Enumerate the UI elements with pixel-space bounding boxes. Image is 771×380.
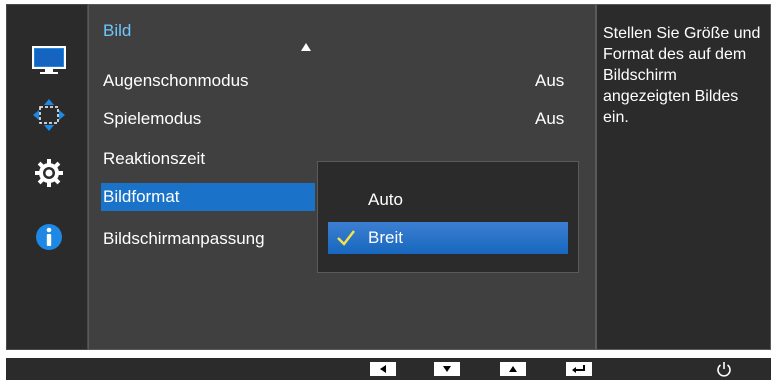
menu-item-label: Spielemodus	[103, 109, 202, 128]
help-panel: Stellen Sie Größe und Format des auf dem…	[596, 4, 771, 350]
position-icon[interactable]	[31, 97, 67, 133]
gear-icon[interactable]	[31, 155, 67, 191]
monitor-icon[interactable]	[31, 43, 67, 79]
menu-item-label: Reaktionszeit	[103, 149, 206, 168]
menu-item-value: Aus	[535, 71, 565, 90]
power-icon[interactable]	[714, 359, 734, 379]
checkmark-icon	[336, 226, 356, 259]
submenu-option-label: Breit	[368, 228, 403, 247]
left-arrow-icon[interactable]	[370, 362, 396, 376]
enter-icon[interactable]	[566, 362, 592, 376]
key-guide-bar	[6, 358, 771, 380]
menu-item-spielemodus[interactable]: Spielemodus	[103, 105, 293, 133]
info-icon[interactable]	[31, 219, 67, 255]
menu-panel: Bild Augenschonmodus Aus Spielemodus Aus…	[88, 4, 596, 350]
menu-item-bildformat[interactable]: Bildformat	[101, 183, 315, 211]
menu-item-label: Augenschonmodus	[103, 71, 249, 90]
menu-item-label: Bildformat	[103, 187, 180, 206]
down-arrow-icon[interactable]	[434, 362, 460, 376]
submenu-option-auto[interactable]: Auto	[328, 184, 568, 216]
menu-item-value: Aus	[535, 109, 565, 128]
menu-item-label: Bildschirmanpassung	[103, 229, 265, 248]
help-text: Stellen Sie Größe und Format des auf dem…	[603, 25, 761, 126]
up-arrow-icon[interactable]	[500, 362, 526, 376]
submenu-option-breit[interactable]: Breit	[328, 222, 568, 254]
scroll-up-arrow-icon	[301, 43, 311, 51]
menu-item-augenschonmodus[interactable]: Augenschonmodus	[103, 67, 293, 95]
submenu-option-label: Auto	[368, 190, 403, 209]
osd-menu: Bild Augenschonmodus Aus Spielemodus Aus…	[6, 4, 771, 350]
category-sidebar	[6, 4, 88, 350]
menu-title: Bild	[103, 21, 132, 40]
bildformat-submenu: Auto Breit	[317, 161, 579, 273]
menu-item-bildschirmanpassung[interactable]: Bildschirmanpassung	[103, 225, 293, 253]
menu-item-reaktionszeit[interactable]: Reaktionszeit	[103, 145, 293, 173]
